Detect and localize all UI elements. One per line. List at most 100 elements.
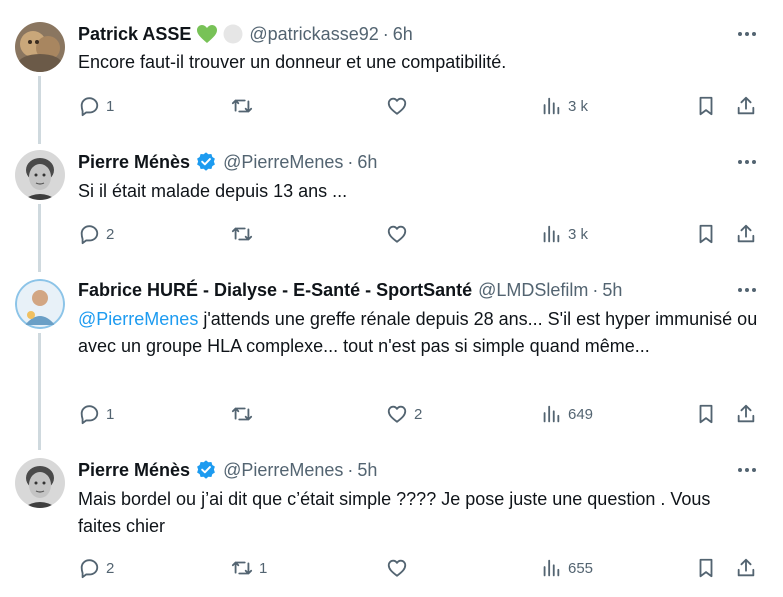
- retweet-icon: [231, 407, 253, 421]
- views-button[interactable]: 3 k: [540, 222, 588, 246]
- reply-button[interactable]: 2: [78, 556, 114, 580]
- thread-line: [38, 204, 41, 272]
- reply-icon: [80, 559, 99, 579]
- retweet-icon: [231, 99, 253, 113]
- action-bar: 2 1 655: [78, 556, 768, 580]
- views-button[interactable]: 649: [540, 402, 593, 426]
- views-button[interactable]: 3 k: [540, 94, 588, 118]
- separator-dot: ·: [347, 459, 354, 480]
- view-count: 649: [568, 405, 594, 423]
- more-icon[interactable]: [736, 24, 758, 44]
- like-count: 2: [414, 405, 423, 423]
- reply-icon: [80, 97, 99, 117]
- timestamp[interactable]: 5h: [357, 460, 377, 481]
- tweet-3[interactable]: Fabrice HURÉ - Dialyse - E-Santé - Sport…: [0, 264, 783, 450]
- share-button[interactable]: [735, 402, 757, 426]
- avatar[interactable]: [15, 150, 65, 200]
- like-icon: [387, 405, 407, 423]
- tweet-1[interactable]: Patrick ASSE @patrickasse92 · 6h Encore …: [0, 0, 783, 144]
- like-icon: [387, 97, 407, 115]
- share-icon: [737, 558, 755, 577]
- tweet-text: Encore faut-il trouver un donneur et une…: [78, 52, 507, 72]
- author-name[interactable]: Pierre Ménès: [78, 460, 190, 481]
- views-icon: [543, 97, 560, 115]
- reply-button[interactable]: 1: [78, 402, 114, 426]
- more-icon[interactable]: [736, 152, 758, 172]
- tweet-header: Fabrice HURÉ - Dialyse - E-Santé - Sport…: [78, 278, 622, 302]
- action-bar: 2 3 k: [78, 222, 768, 246]
- mention-link[interactable]: @PierreMenes: [78, 309, 198, 329]
- tweet-header: Patrick ASSE @patrickasse92 · 6h: [78, 22, 413, 46]
- author-handle[interactable]: @patrickasse92: [249, 24, 378, 45]
- retweet-button[interactable]: [231, 94, 259, 118]
- share-icon: [737, 96, 755, 115]
- green-heart-badge-icon: [196, 24, 218, 44]
- share-button[interactable]: [735, 94, 757, 118]
- action-bar: 1 2 649: [78, 402, 768, 426]
- tweet-header: Pierre Ménès @PierreMenes · 5h: [78, 458, 377, 482]
- bookmark-icon: [699, 224, 713, 244]
- avatar[interactable]: [15, 279, 65, 329]
- avatar[interactable]: [15, 22, 65, 72]
- reply-count: 2: [106, 225, 115, 243]
- like-icon: [387, 559, 407, 577]
- bookmark-icon: [699, 96, 713, 116]
- tweet-text: Si il était malade depuis 13 ans ...: [78, 181, 348, 201]
- bookmark-button[interactable]: [695, 556, 717, 580]
- like-button[interactable]: 2: [386, 402, 422, 426]
- author-handle[interactable]: @PierreMenes: [223, 152, 343, 173]
- retweet-button[interactable]: [231, 222, 259, 246]
- tweet-text: @PierreMenes j'attends une greffe rénale…: [78, 306, 768, 360]
- views-icon: [543, 405, 560, 423]
- views-icon: [543, 559, 560, 577]
- thread-line: [38, 333, 41, 450]
- share-icon: [737, 404, 755, 423]
- bookmark-icon: [699, 558, 713, 578]
- separator-dot: ·: [382, 23, 389, 44]
- views-icon: [543, 225, 560, 243]
- tweet-text: Mais bordel ou j’ai dit que c’était simp…: [78, 489, 711, 536]
- author-handle[interactable]: @LMDSlefilm: [478, 280, 588, 301]
- more-icon[interactable]: [736, 460, 758, 480]
- author-name[interactable]: Pierre Ménès: [78, 152, 190, 173]
- separator-dot: ·: [347, 151, 354, 172]
- reply-button[interactable]: 1: [78, 94, 114, 118]
- reply-count: 2: [106, 559, 115, 577]
- reply-count: 1: [106, 97, 115, 115]
- retweet-icon: [231, 561, 253, 575]
- timestamp[interactable]: 6h: [357, 152, 377, 173]
- retweet-button[interactable]: 1: [231, 556, 267, 580]
- views-button[interactable]: 655: [540, 556, 593, 580]
- view-count: 3 k: [568, 225, 589, 243]
- bookmark-button[interactable]: [695, 402, 717, 426]
- reply-count: 1: [106, 405, 115, 423]
- reply-button[interactable]: 2: [78, 222, 114, 246]
- more-icon[interactable]: [736, 280, 758, 300]
- author-name[interactable]: Fabrice HURÉ - Dialyse - E-Santé - Sport…: [78, 280, 472, 301]
- like-button[interactable]: [386, 94, 414, 118]
- avatar[interactable]: [15, 458, 65, 508]
- author-name[interactable]: Patrick ASSE: [78, 24, 191, 45]
- retweet-icon: [231, 227, 253, 241]
- share-icon: [737, 224, 755, 243]
- like-button[interactable]: [386, 222, 414, 246]
- like-button[interactable]: [386, 556, 414, 580]
- tweet-header: Pierre Ménès @PierreMenes · 6h: [78, 150, 377, 174]
- timestamp[interactable]: 6h: [393, 24, 413, 45]
- retweet-count: 1: [259, 559, 268, 577]
- retweet-button[interactable]: [231, 402, 259, 426]
- bookmark-icon: [699, 404, 713, 424]
- action-bar: 1 3 k: [78, 94, 768, 118]
- separator-dot: ·: [592, 279, 599, 300]
- reply-icon: [80, 405, 99, 425]
- tweet-4[interactable]: Pierre Ménès @PierreMenes · 5h Mais bord…: [0, 442, 783, 597]
- bookmark-button[interactable]: [695, 222, 717, 246]
- verified-badge-icon: [195, 151, 217, 173]
- share-button[interactable]: [735, 556, 757, 580]
- bookmark-button[interactable]: [695, 94, 717, 118]
- timestamp[interactable]: 5h: [602, 280, 622, 301]
- share-button[interactable]: [735, 222, 757, 246]
- tweet-2[interactable]: Pierre Ménès @PierreMenes · 6h Si il éta…: [0, 132, 783, 272]
- view-count: 655: [568, 559, 594, 577]
- author-handle[interactable]: @PierreMenes: [223, 460, 343, 481]
